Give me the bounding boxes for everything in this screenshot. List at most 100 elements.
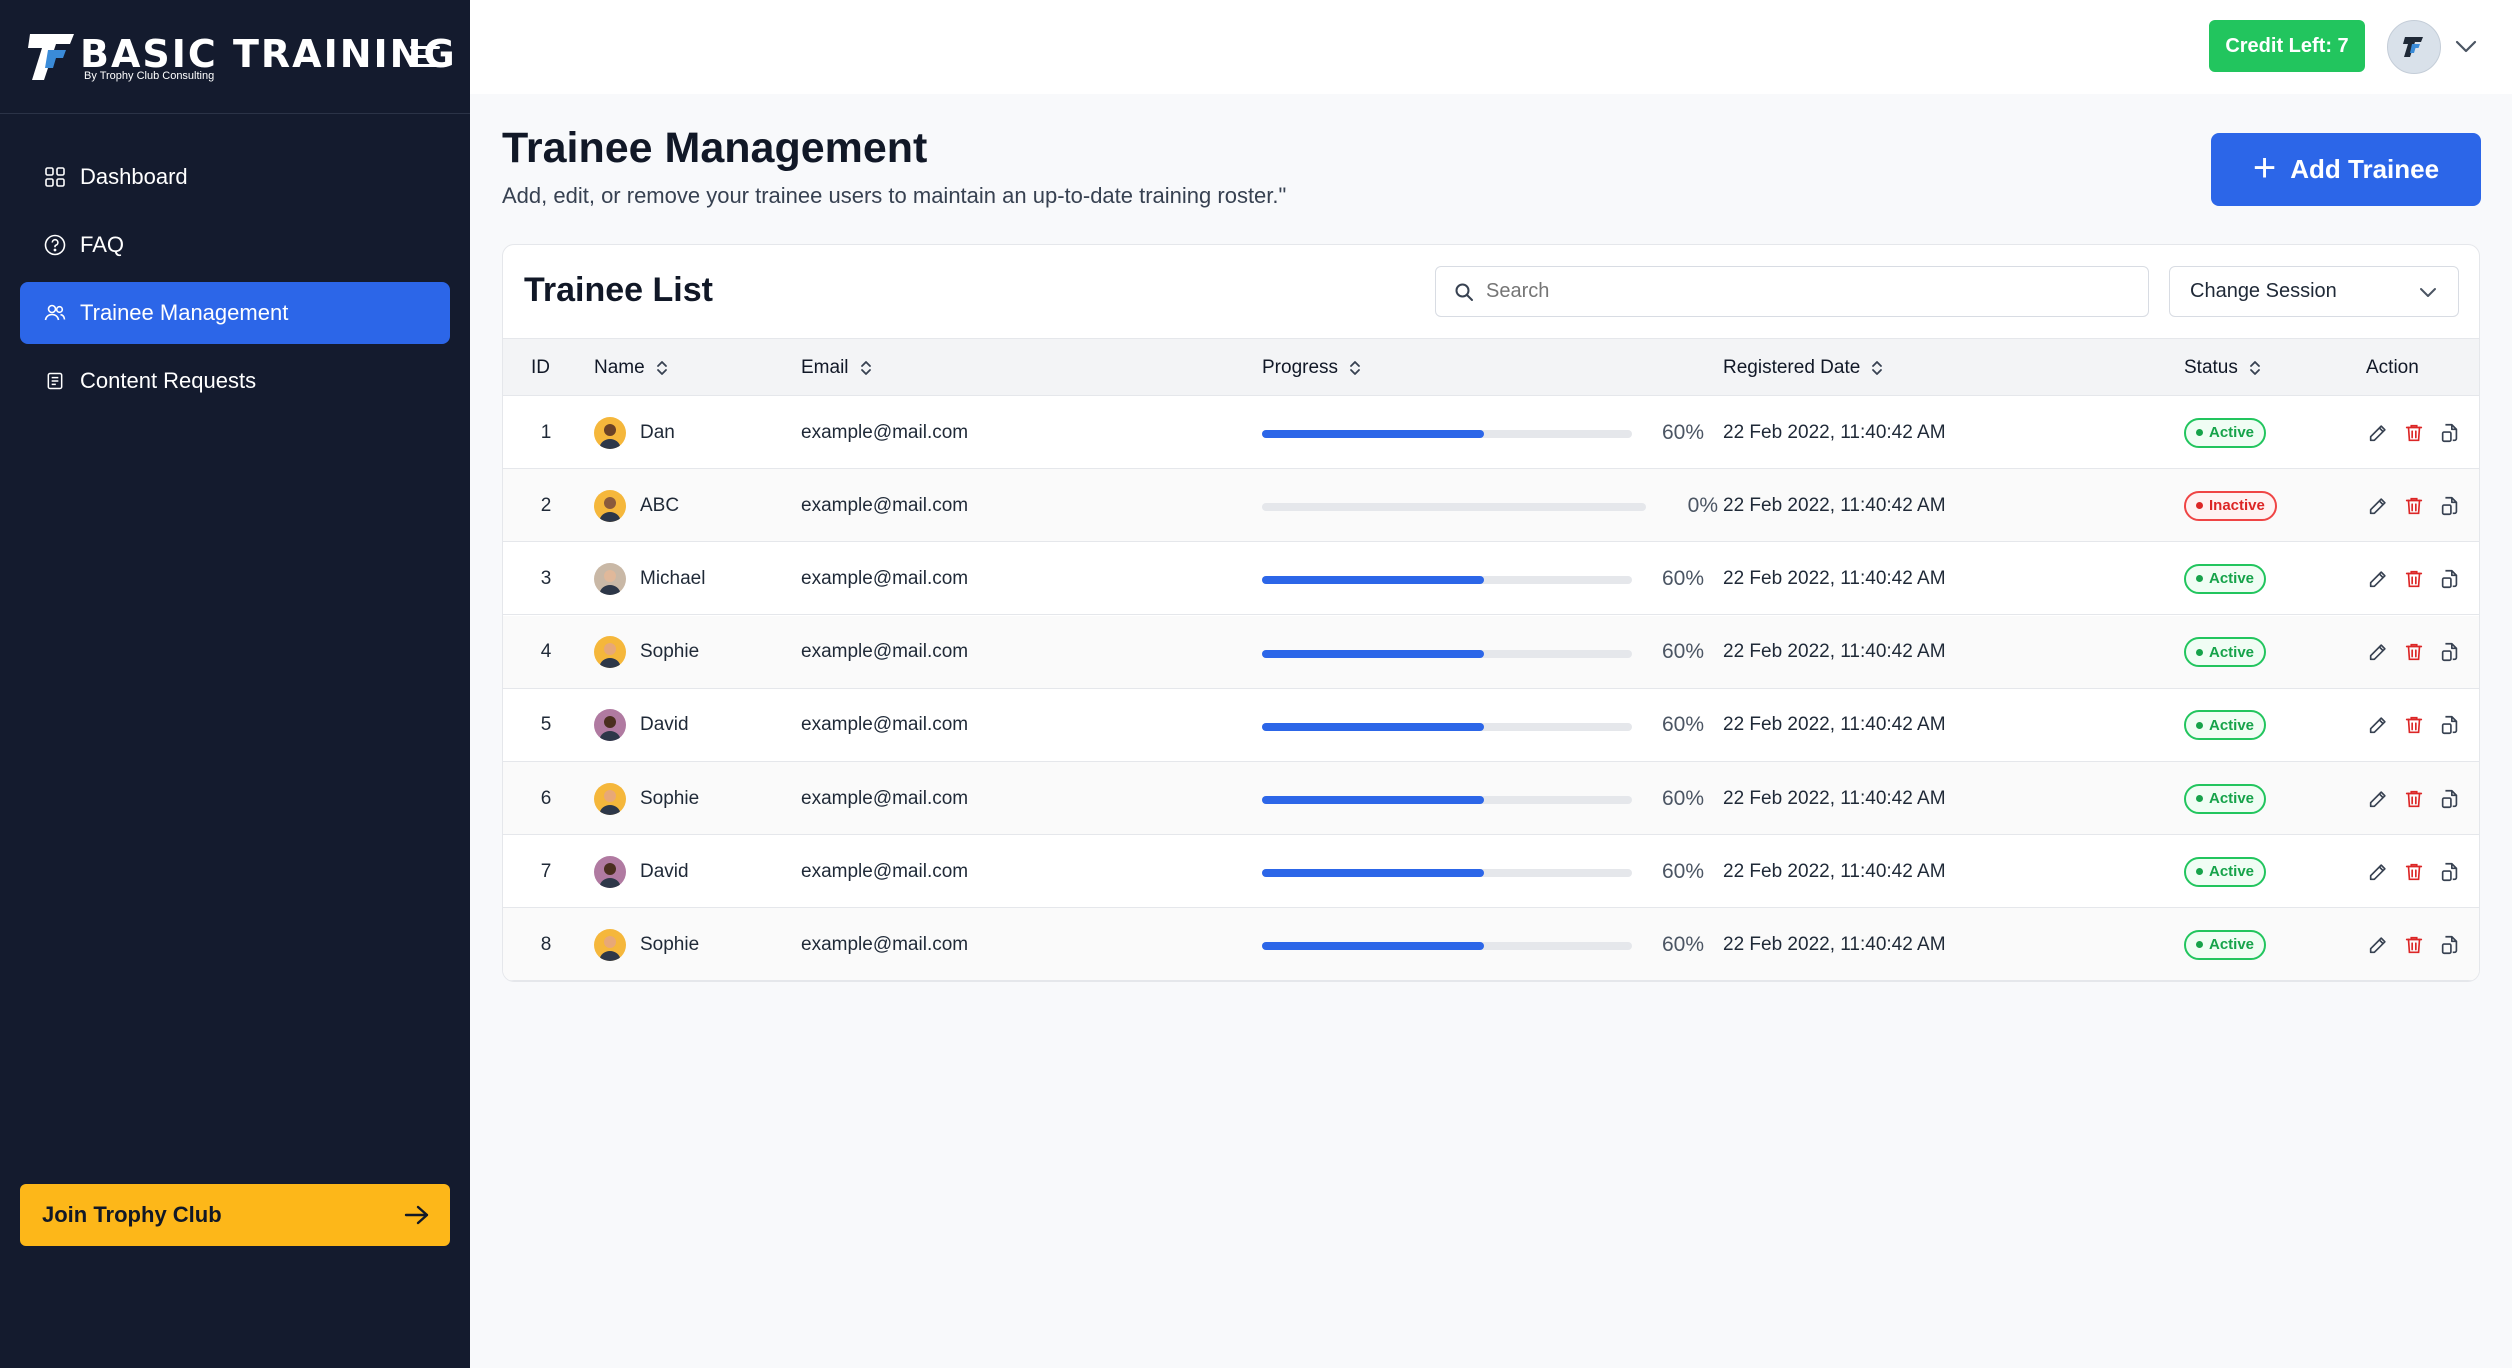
status-dot xyxy=(2196,502,2203,510)
edit-icon[interactable] xyxy=(2365,493,2391,519)
sidebar-item-faq[interactable]: FAQ xyxy=(20,214,450,276)
edit-icon[interactable] xyxy=(2365,932,2391,958)
progress-percent: 60% xyxy=(1661,713,1704,737)
edit-icon[interactable] xyxy=(2365,420,2391,446)
edit-icon[interactable] xyxy=(2365,859,2391,885)
trainee-name: Dan xyxy=(640,421,675,443)
join-trophy-club-button[interactable]: Join Trophy Club xyxy=(20,1184,450,1246)
progress-bar xyxy=(1262,503,1646,512)
edit-icon[interactable] xyxy=(2365,566,2391,592)
row-actions xyxy=(2365,762,2473,835)
table-row: 7 David example@mail.com 60% 22 Feb 2022, 11… xyxy=(503,835,2479,909)
copy-document-icon[interactable] xyxy=(2437,786,2463,812)
progress-fill xyxy=(1262,942,1484,951)
copy-document-icon[interactable] xyxy=(2437,566,2463,592)
trainee-name: David xyxy=(640,714,689,736)
chevron-down-icon[interactable] xyxy=(2453,36,2479,56)
progress-bar xyxy=(1262,430,1632,438)
sort-icon xyxy=(655,359,669,377)
status-label: Active xyxy=(2209,863,2255,881)
plus-icon: + xyxy=(2252,145,2277,190)
progress-bar xyxy=(1262,869,1632,878)
status-label: Active xyxy=(2209,643,2255,661)
status-badge: Active xyxy=(2184,856,2267,887)
row-name-cell: Sophie xyxy=(594,908,699,981)
status-cell: Inactive xyxy=(2184,469,2277,542)
progress-fill xyxy=(1262,796,1484,804)
copy-document-icon[interactable] xyxy=(2437,420,2463,446)
column-header-registered-date[interactable]: Registered Date xyxy=(1723,339,1884,397)
delete-icon[interactable] xyxy=(2401,493,2427,519)
add-trainee-button[interactable]: + Add Trainee xyxy=(2211,133,2481,206)
progress-bar xyxy=(1262,649,1632,658)
edit-icon[interactable] xyxy=(2365,712,2391,738)
edit-icon[interactable] xyxy=(2365,786,2391,812)
status-label: Active xyxy=(2209,424,2255,441)
trainee-name: Sophie xyxy=(640,787,700,809)
status-cell: Active xyxy=(2184,396,2267,469)
add-trainee-label: Add Trainee xyxy=(2290,154,2440,184)
user-avatar[interactable] xyxy=(2387,20,2441,74)
column-header-id: ID xyxy=(531,339,550,397)
delete-icon[interactable] xyxy=(2401,639,2427,665)
delete-icon[interactable] xyxy=(2401,566,2427,592)
row-id: 2 xyxy=(540,494,552,516)
row-name-cell: Dan xyxy=(594,396,675,469)
status-badge: Active xyxy=(2184,929,2267,960)
search-input[interactable] xyxy=(1486,280,2086,303)
brand-subtitle: By Trophy Club Consulting xyxy=(84,70,215,82)
menu-toggle-icon[interactable] xyxy=(410,42,444,72)
progress-percent: 60% xyxy=(1661,932,1704,956)
status-cell: Active xyxy=(2184,908,2267,981)
column-header-label: Status xyxy=(2184,357,2238,378)
trainee-email: example@mail.com xyxy=(801,421,969,443)
delete-icon[interactable] xyxy=(2401,712,2427,738)
delete-icon[interactable] xyxy=(2401,786,2427,812)
status-label: Active xyxy=(2209,790,2255,807)
row-actions xyxy=(2365,616,2473,689)
copy-document-icon[interactable] xyxy=(2437,712,2463,738)
progress-percent: 60% xyxy=(1661,640,1704,664)
change-session-select[interactable]: Change Session xyxy=(2169,266,2459,317)
trophy-club-logo-icon xyxy=(28,34,74,80)
status-dot xyxy=(2196,575,2203,583)
chevron-down-icon xyxy=(2420,287,2436,297)
registered-date: 22 Feb 2022, 11:40:42 AM xyxy=(1723,787,1946,809)
copy-document-icon[interactable] xyxy=(2437,493,2463,519)
table-row: 4 Sophie example@mail.com 60% 22 Feb 2022, 1… xyxy=(503,615,2479,689)
trainee-email: example@mail.com xyxy=(801,494,969,516)
trainee-list-card: Trainee List Change Session ID Name Emai… xyxy=(502,244,2480,982)
sidebar-item-trainee-management[interactable]: Trainee Management xyxy=(20,282,450,344)
column-header-name[interactable]: Name xyxy=(594,339,669,397)
credit-badge: Credit Left: 7 xyxy=(2209,20,2365,72)
session-select-label: Change Session xyxy=(2190,280,2337,302)
copy-document-icon[interactable] xyxy=(2437,859,2463,885)
column-header-email[interactable]: Email xyxy=(801,339,873,397)
delete-icon[interactable] xyxy=(2401,932,2427,958)
column-header-label: Email xyxy=(801,357,849,378)
edit-icon[interactable] xyxy=(2365,639,2391,665)
registered-date: 22 Feb 2022, 11:40:42 AM xyxy=(1723,641,1946,663)
delete-icon[interactable] xyxy=(2401,420,2427,446)
column-header-progress[interactable]: Progress xyxy=(1262,339,1362,397)
document-list-icon xyxy=(42,368,68,394)
copy-document-icon[interactable] xyxy=(2437,639,2463,665)
question-circle-icon xyxy=(42,232,68,258)
row-name-cell: Sophie xyxy=(594,762,699,835)
delete-icon[interactable] xyxy=(2401,859,2427,885)
status-cell: Active xyxy=(2184,616,2267,689)
copy-document-icon[interactable] xyxy=(2437,932,2463,958)
row-actions xyxy=(2365,396,2473,469)
trainee-email: example@mail.com xyxy=(801,641,969,663)
sidebar-item-content-requests[interactable]: Content Requests xyxy=(20,350,450,412)
column-header-status[interactable]: Status xyxy=(2184,339,2262,397)
dashboard-grid-icon xyxy=(42,164,68,190)
trainee-name: Michael xyxy=(640,567,706,589)
registered-date: 22 Feb 2022, 11:40:42 AM xyxy=(1723,860,1946,882)
progress-percent: 60% xyxy=(1661,566,1704,590)
progress-fill xyxy=(1262,430,1484,438)
sidebar-item-dashboard[interactable]: Dashboard xyxy=(20,146,450,208)
arrow-right-icon xyxy=(404,1205,429,1225)
trainee-email: example@mail.com xyxy=(801,787,969,809)
users-icon xyxy=(42,300,68,326)
